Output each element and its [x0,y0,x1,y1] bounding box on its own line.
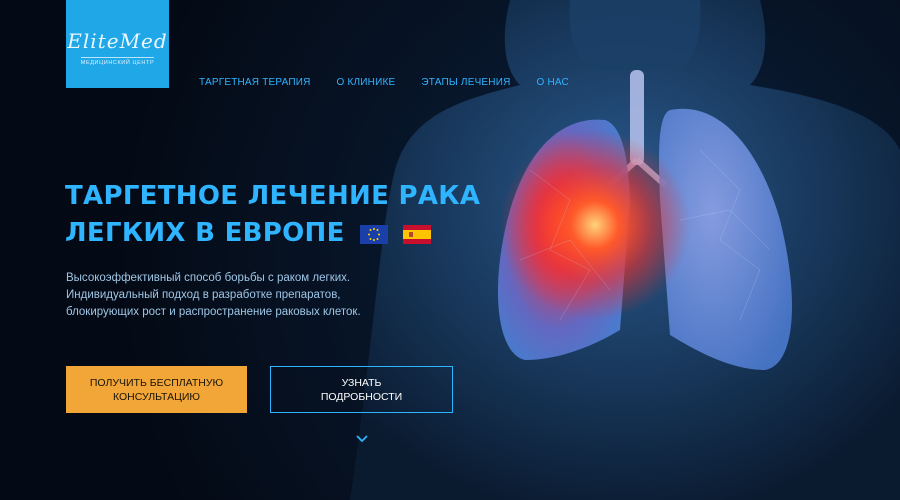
hero-headline: ТАРГЕТНОЕ ЛЕЧЕНИЕ РАКА ЛЕГКИХ В ЕВРОПЕ [65,178,480,252]
logo[interactable]: EliteMed МЕДИЦИНСКИЙ ЦЕНТР [66,0,169,88]
nav-item-treatment-stages[interactable]: ЭТАПЫ ЛЕЧЕНИЯ [421,77,510,88]
nav-item-about-us[interactable]: О НАС [537,77,569,88]
nav-item-targeted-therapy[interactable]: ТАРГЕТНАЯ ТЕРАПИЯ [199,77,311,88]
logo-script: EliteMed [67,28,168,53]
description-line: Высокоэффективный способ борьбы с раком … [66,272,351,284]
logo-subtitle: МЕДИЦИНСКИЙ ЦЕНТР [80,56,155,66]
description-line: блокирующих рост и распространение раков… [66,306,361,318]
chevron-down-icon[interactable] [355,434,369,444]
eu-flag-icon [360,225,389,244]
learn-more-button[interactable]: УЗНАТЬ ПОДРОБНОСТИ [270,366,453,413]
hero-description: Высокоэффективный способ борьбы с раком … [66,270,446,321]
neck [569,0,701,70]
main-nav: ТАРГЕТНАЯ ТЕРАПИЯ О КЛИНИКЕ ЭТАПЫ ЛЕЧЕНИ… [199,77,595,88]
headline-line-1: ТАРГЕТНОЕ ЛЕЧЕНИЕ РАКА [65,181,481,211]
nav-item-about-clinic[interactable]: О КЛИНИКЕ [337,77,396,88]
tumor-glow [500,130,690,320]
headline-line-2: ЛЕГКИХ В ЕВРОПЕ [65,218,345,248]
spain-flag-icon [403,225,432,244]
free-consultation-button[interactable]: ПОЛУЧИТЬ БЕСПЛАТНУЮ КОНСУЛЬТАЦИЮ [66,366,247,413]
description-line: Индивидуальный подход в разработке препа… [66,289,341,301]
